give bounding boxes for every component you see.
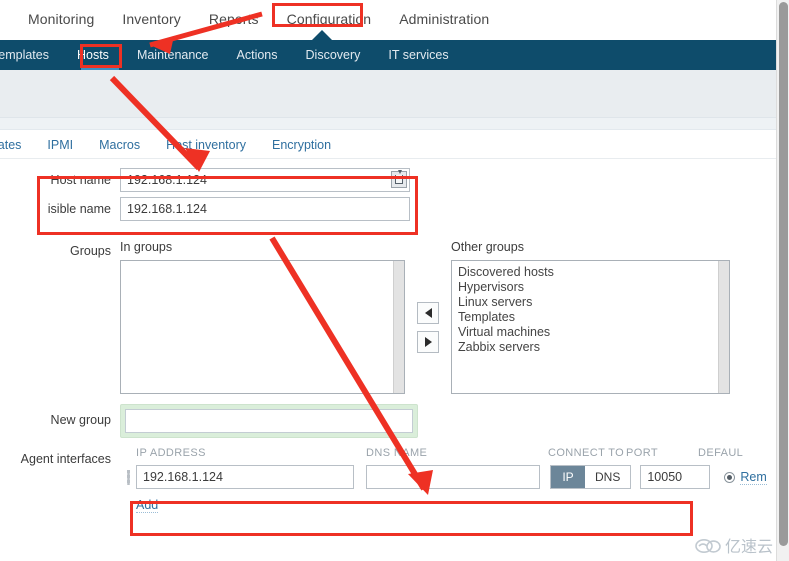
cloud-logo-icon [695,538,721,553]
tab-host-inventory[interactable]: Host inventory [153,131,259,159]
tab-templates[interactable]: lates [0,131,34,159]
host-name-input[interactable] [120,168,410,192]
main-menu-item-inventory[interactable]: Inventory [108,0,195,38]
groups-dual-list: In groups Other groups Discovered hosts … [120,239,776,394]
column-header-dns-name: DNS NAME [366,447,428,459]
filter-band [0,118,776,130]
visible-name-label: isible name [47,202,111,216]
column-header-ip-address: IP ADDRESS [136,447,206,459]
drag-handle-icon[interactable] [120,469,136,485]
interface-ip-input[interactable] [136,465,354,489]
groups-row: Groups In groups Other groups Discovered… [0,239,776,394]
column-header-default: DEFAUL [698,447,744,459]
page-scrollbar[interactable] [776,0,789,561]
main-menu-item-reports[interactable]: Reports [195,0,273,38]
main-menu-item-monitoring[interactable]: Monitoring [14,0,108,38]
host-name-field-wrap [120,168,776,192]
main-menu-item-administration[interactable]: Administration [385,0,503,38]
new-group-field-wrap [120,404,776,438]
in-groups-panel: In groups [120,239,405,394]
groups-label: Groups [70,244,111,258]
visible-name-field-wrap [120,197,776,221]
new-group-row: New group [0,404,776,438]
list-item[interactable]: Virtual machines [458,325,729,340]
other-groups-scrollbar[interactable] [718,261,729,393]
visible-name-row: isible name [0,197,776,221]
host-name-label: Host name [50,173,111,187]
tab-ipmi[interactable]: IPMI [34,131,86,159]
app-window: Monitoring Inventory Reports Configurati… [0,0,789,561]
list-item[interactable]: Linux servers [458,295,729,310]
agent-interfaces-label: Agent interfaces [20,452,111,466]
tab-macros[interactable]: Macros [86,131,153,159]
other-groups-caption: Other groups [451,240,524,254]
list-item[interactable]: Zabbix servers [458,340,729,355]
in-groups-caption: In groups [120,240,173,254]
in-groups-listbox[interactable] [120,260,405,394]
connect-to-dns-button[interactable]: DNS [585,466,631,488]
connect-to-toggle: IP DNS [550,465,632,489]
table-row: IP DNS Rem [120,462,776,492]
agent-interfaces-table: IP ADDRESS DNS NAME CONNECT TO PORT DEFA… [120,444,776,513]
agent-interfaces-header: IP ADDRESS DNS NAME CONNECT TO PORT DEFA… [120,444,776,462]
other-groups-listbox[interactable]: Discovered hosts Hypervisors Linux serve… [451,260,730,394]
sub-menu-item-actions[interactable]: Actions [223,40,292,70]
arrow-right-icon[interactable] [417,330,439,353]
tab-encryption[interactable]: Encryption [259,131,344,159]
default-radio[interactable] [724,471,736,483]
connect-to-ip-button[interactable]: IP [551,466,585,488]
column-header-port: PORT [626,447,658,459]
in-groups-scrollbar[interactable] [393,261,404,393]
list-item[interactable]: Hypervisors [458,280,729,295]
new-group-highlight [120,404,418,438]
add-interface-link[interactable]: Add [136,498,159,513]
watermark: 亿速云 [695,533,773,557]
column-header-connect-to: CONNECT TO [548,447,625,459]
main-menu: Monitoring Inventory Reports Configurati… [0,0,776,38]
other-groups-panel: Other groups Discovered hosts Hypervisor… [451,239,730,394]
form-tab-bar: lates IPMI Macros Host inventory Encrypt… [0,131,776,159]
host-name-select-icon[interactable] [391,170,407,188]
host-form: Host name isible name Groups In groups [0,168,776,515]
new-group-input[interactable] [125,409,413,433]
sub-menu-item-it-services[interactable]: IT services [374,40,462,70]
default-remove-link[interactable]: Rem [740,470,767,485]
host-name-row: Host name [0,168,776,192]
agent-interfaces-row: Agent interfaces IP ADDRESS DNS NAME CON… [0,444,776,513]
page-header-band [0,70,776,118]
interface-port-input[interactable] [640,465,711,489]
watermark-text: 亿速云 [724,537,773,556]
interface-dns-input[interactable] [366,465,540,489]
list-item[interactable]: Discovered hosts [458,265,729,280]
groups-move-buttons [405,260,451,394]
arrow-left-icon[interactable] [417,301,439,324]
visible-name-input[interactable] [120,197,410,221]
sub-menu-item-maintenance[interactable]: Maintenance [123,40,223,70]
list-item[interactable]: Templates [458,310,729,325]
scrollbar-thumb[interactable] [779,2,788,546]
sub-menu-item-templates[interactable]: Templates [0,40,63,70]
sub-menu-item-discovery[interactable]: Discovery [292,40,375,70]
new-group-label: New group [50,413,111,427]
